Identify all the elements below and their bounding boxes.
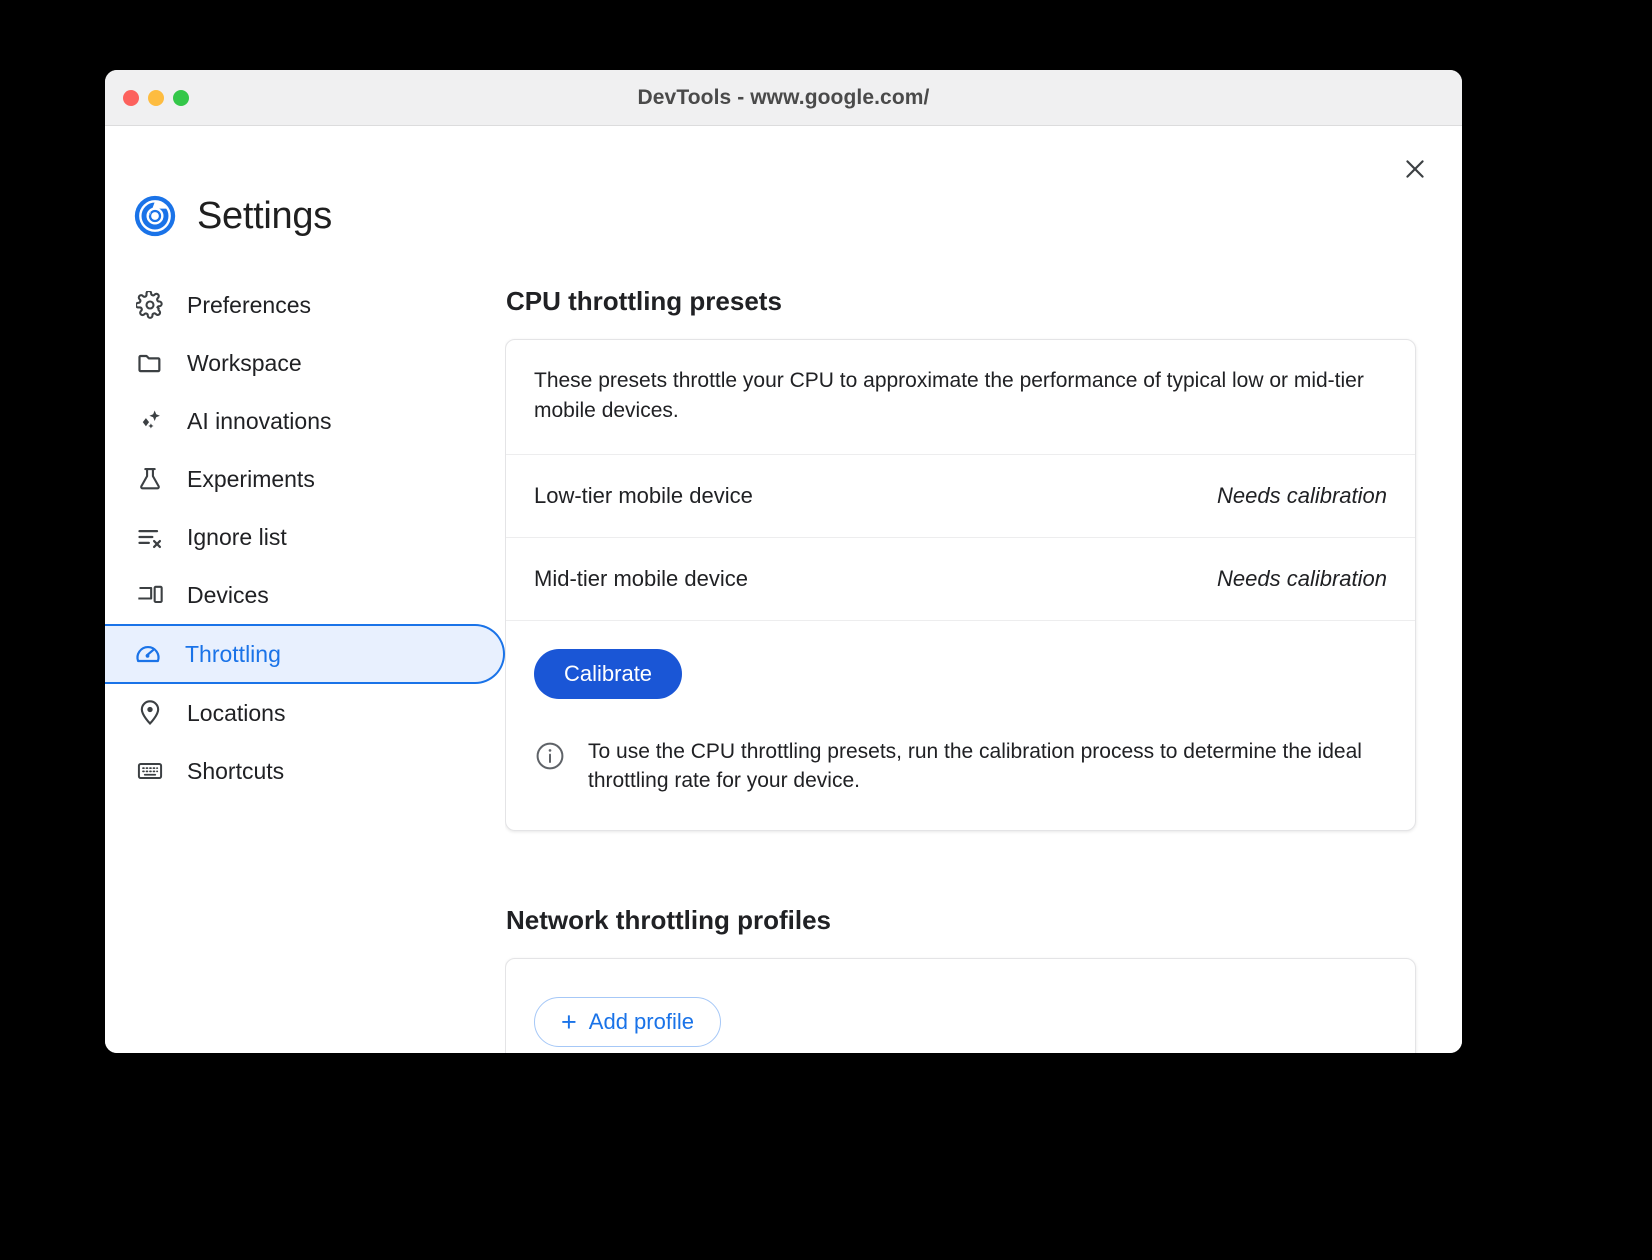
- devtools-chrome-logo-icon: [133, 194, 177, 238]
- info-circle-icon: [534, 740, 566, 777]
- sidebar-item-label: Shortcuts: [187, 757, 285, 784]
- devtools-window: DevTools - www.google.com/ Settings Pref…: [105, 70, 1462, 1053]
- preset-name: Low-tier mobile device: [534, 482, 753, 508]
- folder-icon: [135, 348, 165, 378]
- speedometer-icon: [133, 639, 163, 669]
- preset-name: Mid-tier mobile device: [534, 565, 748, 591]
- map-pin-icon: [135, 698, 165, 728]
- flask-icon: [135, 464, 165, 494]
- add-profile-button[interactable]: + Add profile: [534, 997, 721, 1048]
- sidebar-item-preferences[interactable]: Preferences: [105, 276, 505, 334]
- preset-row[interactable]: Low-tier mobile device Needs calibration: [506, 455, 1415, 538]
- sparkle-icon: [135, 406, 165, 436]
- close-icon: [1402, 156, 1428, 182]
- calibrate-button[interactable]: Calibrate: [534, 648, 683, 699]
- network-profiles-card: + Add profile: [505, 958, 1416, 1053]
- settings-content: CPU throttling presets These presets thr…: [505, 126, 1462, 1053]
- settings-nav: Preferences Workspace AI innovations Exp…: [105, 276, 505, 800]
- preset-status: Needs calibration: [1217, 482, 1387, 508]
- sidebar-item-label: AI innovations: [187, 407, 332, 434]
- sidebar-item-shortcuts[interactable]: Shortcuts: [105, 742, 505, 800]
- sidebar-item-ignore-list[interactable]: Ignore list: [105, 508, 505, 566]
- page-title: Settings: [197, 194, 332, 237]
- network-throttling-profiles-title: Network throttling profiles: [506, 905, 831, 936]
- settings-sidebar: Settings Preferences Workspace AI innova…: [105, 126, 505, 1053]
- sidebar-item-throttling[interactable]: Throttling: [105, 624, 505, 684]
- sidebar-item-label: Ignore list: [187, 523, 287, 550]
- sidebar-item-ai-innovations[interactable]: AI innovations: [105, 392, 505, 450]
- devices-icon: [135, 580, 165, 610]
- sidebar-item-label: Experiments: [187, 465, 315, 492]
- cpu-presets-description: These presets throttle your CPU to appro…: [506, 340, 1415, 455]
- preset-row[interactable]: Mid-tier mobile device Needs calibration: [506, 538, 1415, 621]
- sidebar-item-locations[interactable]: Locations: [105, 684, 505, 742]
- cpu-throttling-card: These presets throttle your CPU to appro…: [505, 339, 1416, 832]
- window-titlebar: DevTools - www.google.com/: [105, 70, 1462, 126]
- plus-icon: +: [561, 1006, 577, 1037]
- sidebar-item-devices[interactable]: Devices: [105, 566, 505, 624]
- sidebar-item-label: Throttling: [185, 640, 281, 667]
- sidebar-item-label: Preferences: [187, 291, 312, 318]
- sidebar-item-experiments[interactable]: Experiments: [105, 450, 505, 508]
- keyboard-icon: [135, 756, 165, 786]
- zoom-window-button[interactable]: [173, 90, 189, 106]
- sidebar-item-label: Devices: [187, 581, 269, 608]
- cpu-card-actions: Calibrate To use the CPU throttling pres…: [506, 621, 1415, 831]
- sidebar-item-label: Workspace: [187, 349, 302, 376]
- add-profile-label: Add profile: [588, 1009, 694, 1035]
- settings-dialog: Settings Preferences Workspace AI innova…: [105, 126, 1462, 1053]
- cpu-throttling-presets-title: CPU throttling presets: [506, 286, 782, 316]
- close-window-button[interactable]: [123, 90, 139, 106]
- calibration-info-text: To use the CPU throttling presets, run t…: [588, 739, 1362, 793]
- minimize-window-button[interactable]: [148, 90, 164, 106]
- settings-header: Settings: [105, 194, 505, 238]
- gear-icon: [135, 290, 165, 320]
- close-settings-button[interactable]: [1394, 148, 1436, 190]
- list-x-icon: [135, 522, 165, 552]
- calibration-info: To use the CPU throttling presets, run t…: [534, 737, 1387, 797]
- sidebar-item-label: Locations: [187, 699, 286, 726]
- preset-status: Needs calibration: [1217, 565, 1387, 591]
- window-title: DevTools - www.google.com/: [637, 85, 930, 109]
- window-traffic-lights: [123, 70, 189, 126]
- sidebar-item-workspace[interactable]: Workspace: [105, 334, 505, 392]
